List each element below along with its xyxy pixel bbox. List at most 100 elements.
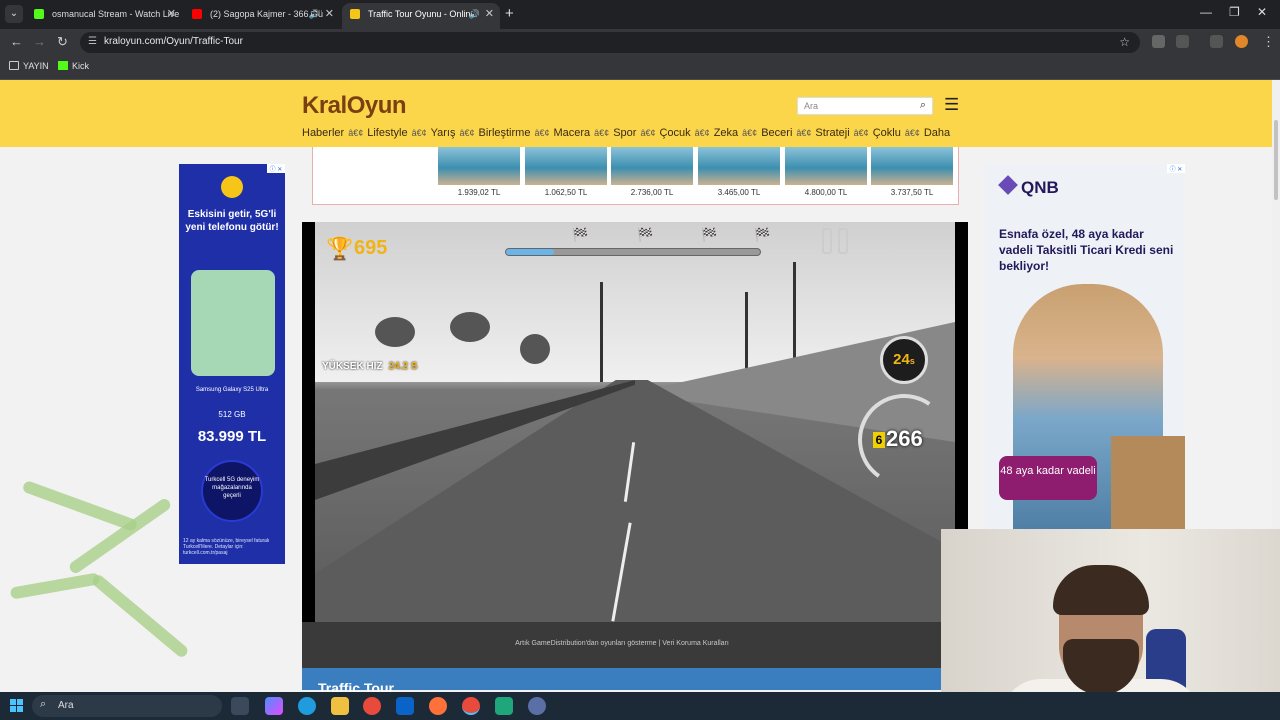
window-close-button[interactable]: ✕ bbox=[1257, 5, 1267, 19]
nav-item-çoklu[interactable]: Çoklu bbox=[873, 127, 901, 139]
taskbar-search[interactable]: ⌕ Ara bbox=[32, 695, 222, 717]
nav-item-çocuk[interactable]: Çocuk bbox=[659, 127, 690, 139]
gear-indicator: 6 bbox=[873, 432, 885, 448]
tab-title: Traffic Tour Oyunu - Online bbox=[368, 9, 476, 19]
speed-value: 266 bbox=[886, 426, 923, 451]
speaker-icon[interactable]: 🔊 bbox=[309, 3, 320, 25]
turkcell-logo bbox=[221, 176, 243, 198]
more-menu-icon[interactable]: ⋮ bbox=[1262, 34, 1275, 50]
outlook-icon[interactable] bbox=[396, 697, 414, 715]
phone-image bbox=[191, 270, 275, 376]
right-qnb-ad[interactable]: ⓘ ✕ QNB Esnafa özel, 48 aya kadar vadeli… bbox=[985, 164, 1185, 530]
qnb-diamond-icon bbox=[998, 175, 1018, 195]
obs-icon[interactable] bbox=[528, 697, 546, 715]
bookmark-kick[interactable]: Kick bbox=[58, 61, 89, 71]
hotel-price[interactable]: 3.465,00 TL bbox=[698, 188, 780, 197]
edge-icon[interactable] bbox=[298, 697, 316, 715]
chrome-icon[interactable] bbox=[363, 697, 381, 715]
nav-item-yarış[interactable]: Yarış bbox=[431, 127, 456, 139]
copilot-icon[interactable] bbox=[265, 697, 283, 715]
ad-text: Esnafa özel, 48 aya kadar vadeli Taksitl… bbox=[999, 227, 1174, 273]
file-explorer-icon[interactable] bbox=[331, 697, 349, 715]
new-tab-button[interactable]: + bbox=[505, 5, 514, 22]
site-logo[interactable]: KralOyun bbox=[302, 92, 407, 120]
pause-button[interactable] bbox=[822, 228, 852, 254]
pause-bar bbox=[838, 228, 848, 254]
hotel-price[interactable]: 4.800,00 TL bbox=[785, 188, 867, 197]
app-icon[interactable] bbox=[495, 697, 513, 715]
hotel-price[interactable]: 2.736,00 TL bbox=[611, 188, 693, 197]
checkpoint-flag-icon: 🏁 bbox=[701, 227, 718, 242]
minimize-button[interactable]: — bbox=[1200, 5, 1212, 19]
palm-decoration bbox=[90, 572, 190, 660]
store-badge: Turkcell 5G deneyim mağazalarında geçerl… bbox=[201, 460, 263, 522]
speaker-icon[interactable]: 🔊 bbox=[469, 3, 480, 25]
nav-item-strateji[interactable]: Strateji bbox=[815, 127, 849, 139]
search-icon[interactable]: ⌕ bbox=[920, 99, 926, 112]
hotel-image[interactable] bbox=[871, 147, 953, 185]
close-icon[interactable]: ✕ bbox=[485, 3, 494, 25]
tab-stream[interactable]: osmanucal Stream - Watch Live ✕ bbox=[26, 3, 182, 29]
menu-search-icon[interactable]: ☰ bbox=[944, 95, 959, 115]
scrollbar-thumb[interactable] bbox=[1274, 120, 1278, 200]
nav-item-lifestyle[interactable]: Lifestyle bbox=[367, 127, 407, 139]
ad-choices-icon[interactable]: ⓘ ✕ bbox=[1167, 164, 1185, 173]
search-icon: ⌕ bbox=[40, 698, 47, 710]
hotel-price[interactable]: 1.939,02 TL bbox=[438, 188, 520, 197]
firefox-icon[interactable] bbox=[429, 697, 447, 715]
chrome-active-icon[interactable] bbox=[462, 697, 480, 715]
tab-search-button[interactable]: ⌄ bbox=[5, 5, 23, 23]
windows-start-icon[interactable] bbox=[10, 699, 24, 713]
close-icon[interactable]: ✕ bbox=[167, 3, 176, 25]
hotel-image[interactable] bbox=[785, 147, 867, 185]
hotel-price[interactable]: 3.737,50 TL bbox=[871, 188, 953, 197]
back-icon[interactable]: ← bbox=[10, 34, 23, 49]
ad-choices-icon[interactable]: ⓘ ✕ bbox=[267, 164, 285, 173]
close-icon[interactable]: ✕ bbox=[325, 3, 334, 25]
bookmark-yayin[interactable]: YAYIN bbox=[9, 61, 49, 71]
nav-item-macera[interactable]: Macera bbox=[553, 127, 590, 139]
hotel-image[interactable] bbox=[438, 147, 520, 185]
task-view-icon[interactable] bbox=[231, 697, 249, 715]
nav-item-spor[interactable]: Spor bbox=[613, 127, 636, 139]
road-scene[interactable] bbox=[315, 222, 955, 622]
nav-item-daha[interactable]: Daha bbox=[924, 127, 950, 139]
media-control-icon[interactable] bbox=[1210, 35, 1223, 48]
forward-icon[interactable]: → bbox=[33, 34, 46, 49]
tab-youtube[interactable]: (2) Sagopa Kajmer - 366.Gü 🔊 ✕ bbox=[184, 3, 340, 29]
nav-separator: â€¢ bbox=[694, 128, 710, 138]
palm-tree bbox=[520, 334, 550, 364]
ad-badge: 48 aya kadar vadeli bbox=[999, 456, 1097, 500]
reload-icon[interactable]: ↻ bbox=[57, 34, 68, 50]
hotel-image[interactable] bbox=[611, 147, 693, 185]
qnb-logo: QNB bbox=[998, 175, 1059, 198]
site-search-input[interactable]: Ara ⌕ bbox=[797, 97, 933, 115]
game-footer-links[interactable]: Artık GameDistribution'dan oyunları göst… bbox=[302, 622, 942, 668]
hotel-ad-strip[interactable]: 1.939,02 TL 1.062,50 TL 2.736,00 TL 3.46… bbox=[312, 147, 959, 205]
ad-fine-print: 12 ay kalma sözünüze, bireysel faturalı … bbox=[183, 538, 270, 556]
tab-bar: ⌄ osmanucal Stream - Watch Live ✕ (2) Sa… bbox=[0, 0, 1280, 29]
restore-button[interactable]: ❐ bbox=[1229, 5, 1240, 19]
hotel-image[interactable] bbox=[698, 147, 780, 185]
tab-title: osmanucal Stream - Watch Live bbox=[52, 9, 180, 19]
bookmark-star-icon[interactable]: ☆ bbox=[1119, 35, 1130, 49]
crown-icon bbox=[350, 9, 360, 19]
palm-decoration bbox=[21, 479, 139, 533]
site-info-icon[interactable]: ☰ bbox=[88, 36, 97, 47]
nav-item-zeka[interactable]: Zeka bbox=[714, 127, 738, 139]
url-text[interactable]: kraloyun.com/Oyun/Traffic-Tour bbox=[104, 36, 243, 47]
tab-traffic-tour[interactable]: Traffic Tour Oyunu - Online 🔊 ✕ bbox=[342, 3, 500, 29]
left-turkcell-ad[interactable]: ⓘ ✕ Eskisini getir, 5G'li yeni telefonu … bbox=[179, 164, 285, 564]
hotel-price[interactable]: 1.062,50 TL bbox=[525, 188, 607, 197]
profile-avatar[interactable] bbox=[1235, 35, 1248, 48]
extensions-icon[interactable] bbox=[1176, 35, 1189, 48]
address-bar[interactable]: ☰ kraloyun.com/Oyun/Traffic-Tour ☆ bbox=[80, 32, 1140, 53]
nav-item-haberler[interactable]: Haberler bbox=[302, 127, 344, 139]
nav-item-birleştirme[interactable]: Birleştirme bbox=[479, 127, 531, 139]
streamer-hair bbox=[1053, 565, 1149, 615]
nav-item-beceri[interactable]: Beceri bbox=[761, 127, 792, 139]
shield-extension-icon[interactable] bbox=[1152, 35, 1165, 48]
checkpoint-flag-icon: 🏁 bbox=[637, 227, 654, 242]
hotel-image[interactable] bbox=[525, 147, 607, 185]
nav-separator: â€¢ bbox=[904, 128, 920, 138]
